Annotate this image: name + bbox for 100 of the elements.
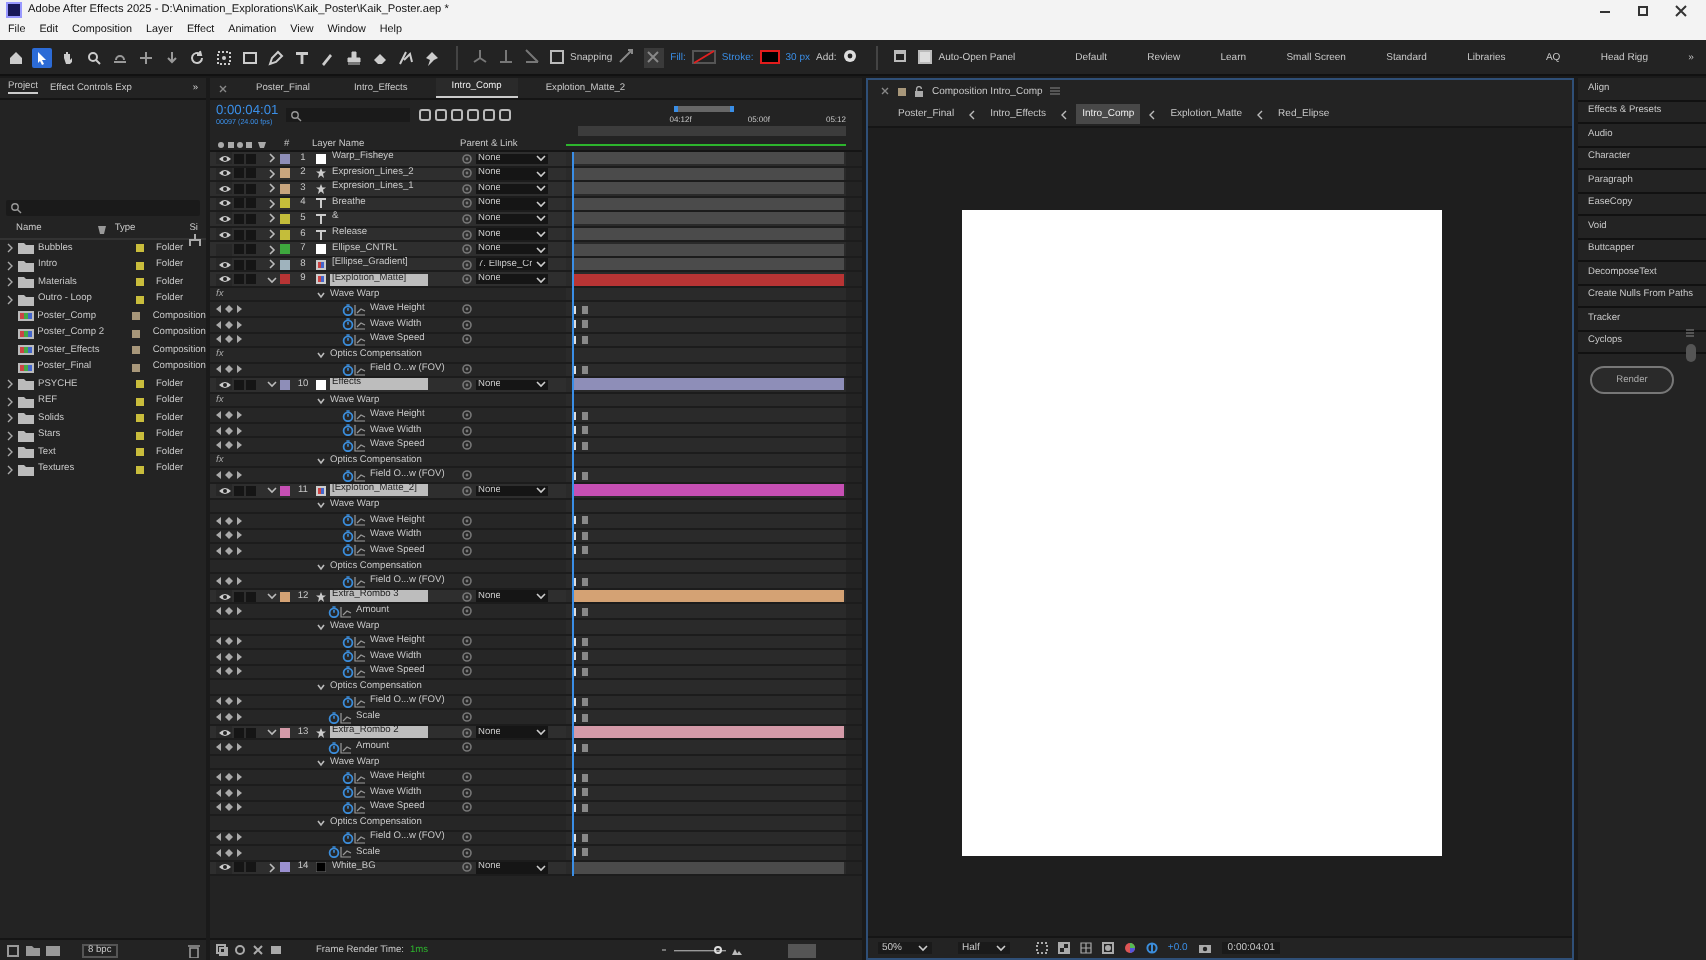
keyframe-navigator-icon[interactable] xyxy=(216,364,242,375)
stopwatch-icon[interactable] xyxy=(342,635,354,648)
keyframe-marker[interactable] xyxy=(582,577,588,586)
roto-tool-icon[interactable] xyxy=(396,47,416,67)
slider-thumb[interactable] xyxy=(714,946,723,954)
visibility-toggle[interactable] xyxy=(216,273,232,286)
mask-icon[interactable] xyxy=(1101,942,1114,954)
lock-toggle[interactable] xyxy=(246,862,256,873)
lock-toggle[interactable] xyxy=(246,379,256,390)
graph-icon[interactable] xyxy=(354,575,366,588)
keyframe-marker[interactable] xyxy=(582,516,588,525)
layer-label-color[interactable] xyxy=(280,183,290,194)
anchor-tool-icon[interactable] xyxy=(214,47,234,67)
layer-label-color[interactable] xyxy=(280,198,290,209)
visibility-toggle[interactable] xyxy=(216,228,232,240)
search-field[interactable] xyxy=(6,200,200,216)
keyframe-navigator-icon[interactable] xyxy=(216,651,242,662)
visibility-toggle[interactable] xyxy=(216,258,232,271)
rotate-tool-icon[interactable] xyxy=(188,47,208,67)
keyframe-marker[interactable] xyxy=(582,471,588,480)
interpret-footage-icon[interactable] xyxy=(6,943,20,957)
keyframe-navigator-icon[interactable] xyxy=(216,530,242,541)
zoom-slider[interactable] xyxy=(674,946,726,954)
keyframe-marker[interactable] xyxy=(582,667,588,676)
solo-toggle[interactable] xyxy=(234,379,244,390)
auto-open-checkbox[interactable] xyxy=(918,50,933,64)
layer-duration-bar[interactable] xyxy=(574,726,844,739)
exposure-icon[interactable] xyxy=(1145,942,1158,954)
keyframe-marker[interactable] xyxy=(582,305,588,314)
graph-icon[interactable] xyxy=(340,846,352,859)
keyframe-marker[interactable] xyxy=(582,607,588,616)
stopwatch-icon[interactable] xyxy=(342,695,354,708)
keyframe-marker[interactable] xyxy=(582,637,588,646)
stopwatch-icon[interactable] xyxy=(342,831,354,844)
graph-icon[interactable] xyxy=(354,469,366,482)
graph-icon[interactable] xyxy=(354,333,366,346)
stopwatch-icon[interactable] xyxy=(328,846,340,859)
pen-tool-icon[interactable] xyxy=(266,47,286,67)
keyframe-navigator-icon[interactable] xyxy=(216,832,242,843)
flowchart-icon[interactable] xyxy=(188,234,202,248)
zoom-tool-icon[interactable] xyxy=(84,47,104,67)
snap-grid-icon[interactable] xyxy=(644,47,665,67)
rect-tool-icon[interactable] xyxy=(240,47,260,67)
visibility-toggle[interactable] xyxy=(216,152,232,165)
axis-icon[interactable] xyxy=(524,47,544,67)
mountains-icon[interactable] xyxy=(732,945,742,955)
graph-icon[interactable] xyxy=(354,529,366,542)
graph-icon[interactable] xyxy=(354,318,366,331)
lock-toggle[interactable] xyxy=(246,485,256,496)
keyframe-marker[interactable] xyxy=(582,697,588,706)
graph-icon[interactable] xyxy=(354,303,366,316)
keyframe-navigator-icon[interactable] xyxy=(216,787,242,798)
keyframe-marker[interactable] xyxy=(582,365,588,374)
menu-icon[interactable] xyxy=(1686,328,1694,338)
keyframe-navigator-icon[interactable] xyxy=(216,696,242,707)
graph-icon[interactable] xyxy=(354,544,366,557)
keyframe-navigator-icon[interactable] xyxy=(216,712,242,722)
keyframe-navigator-icon[interactable] xyxy=(216,440,242,451)
stopwatch-icon[interactable] xyxy=(342,665,354,678)
keyframe-marker[interactable] xyxy=(582,441,588,450)
graph-icon[interactable] xyxy=(340,605,352,618)
layer-duration-bar[interactable] xyxy=(574,590,844,603)
stopwatch-icon[interactable] xyxy=(342,318,354,331)
keyframe-marker[interactable] xyxy=(582,773,588,782)
stopwatch-icon[interactable] xyxy=(342,409,354,422)
keyframe-navigator-icon[interactable] xyxy=(216,425,242,436)
comp-toggle-icon[interactable] xyxy=(270,944,282,956)
graph-icon[interactable] xyxy=(354,363,366,376)
graph-icon[interactable] xyxy=(354,650,366,663)
layer-duration-bar[interactable] xyxy=(574,484,844,497)
keyframe-navigator-icon[interactable] xyxy=(216,576,242,587)
comp-toggle-icon[interactable] xyxy=(252,944,264,956)
snap-edge-icon[interactable] xyxy=(618,47,639,67)
keyframe-navigator-icon[interactable] xyxy=(216,545,242,556)
grid-icon[interactable] xyxy=(1079,942,1092,954)
trash-icon[interactable] xyxy=(188,943,200,957)
lock-icon[interactable] xyxy=(914,85,924,97)
keyframe-marker[interactable] xyxy=(582,803,588,812)
stopwatch-icon[interactable] xyxy=(342,786,354,799)
layer-label-color[interactable] xyxy=(280,213,290,224)
label-column-icon[interactable] xyxy=(96,223,107,235)
graph-icon[interactable] xyxy=(354,424,366,437)
keyframe-marker[interactable] xyxy=(582,546,588,555)
keyframe-marker[interactable] xyxy=(582,652,588,661)
pin-tool-icon[interactable] xyxy=(422,47,442,67)
solo-toggle[interactable] xyxy=(234,727,244,738)
stopwatch-icon[interactable] xyxy=(342,333,354,346)
stopwatch-icon[interactable] xyxy=(328,605,340,618)
layer-label-color[interactable] xyxy=(280,274,290,285)
graph-icon[interactable] xyxy=(354,439,366,452)
keyframe-marker[interactable] xyxy=(582,426,588,435)
hand-tool-icon[interactable] xyxy=(58,47,78,67)
stopwatch-icon[interactable] xyxy=(342,575,354,588)
layer-label-color[interactable] xyxy=(280,153,290,164)
layer-search-field[interactable] xyxy=(286,108,411,122)
keyframe-navigator-icon[interactable] xyxy=(216,304,242,315)
no-fill-swatch-icon[interactable] xyxy=(691,50,716,64)
keyframe-navigator-icon[interactable] xyxy=(216,742,242,753)
keyframe-navigator-icon[interactable] xyxy=(216,319,242,330)
graph-icon[interactable] xyxy=(354,665,366,678)
